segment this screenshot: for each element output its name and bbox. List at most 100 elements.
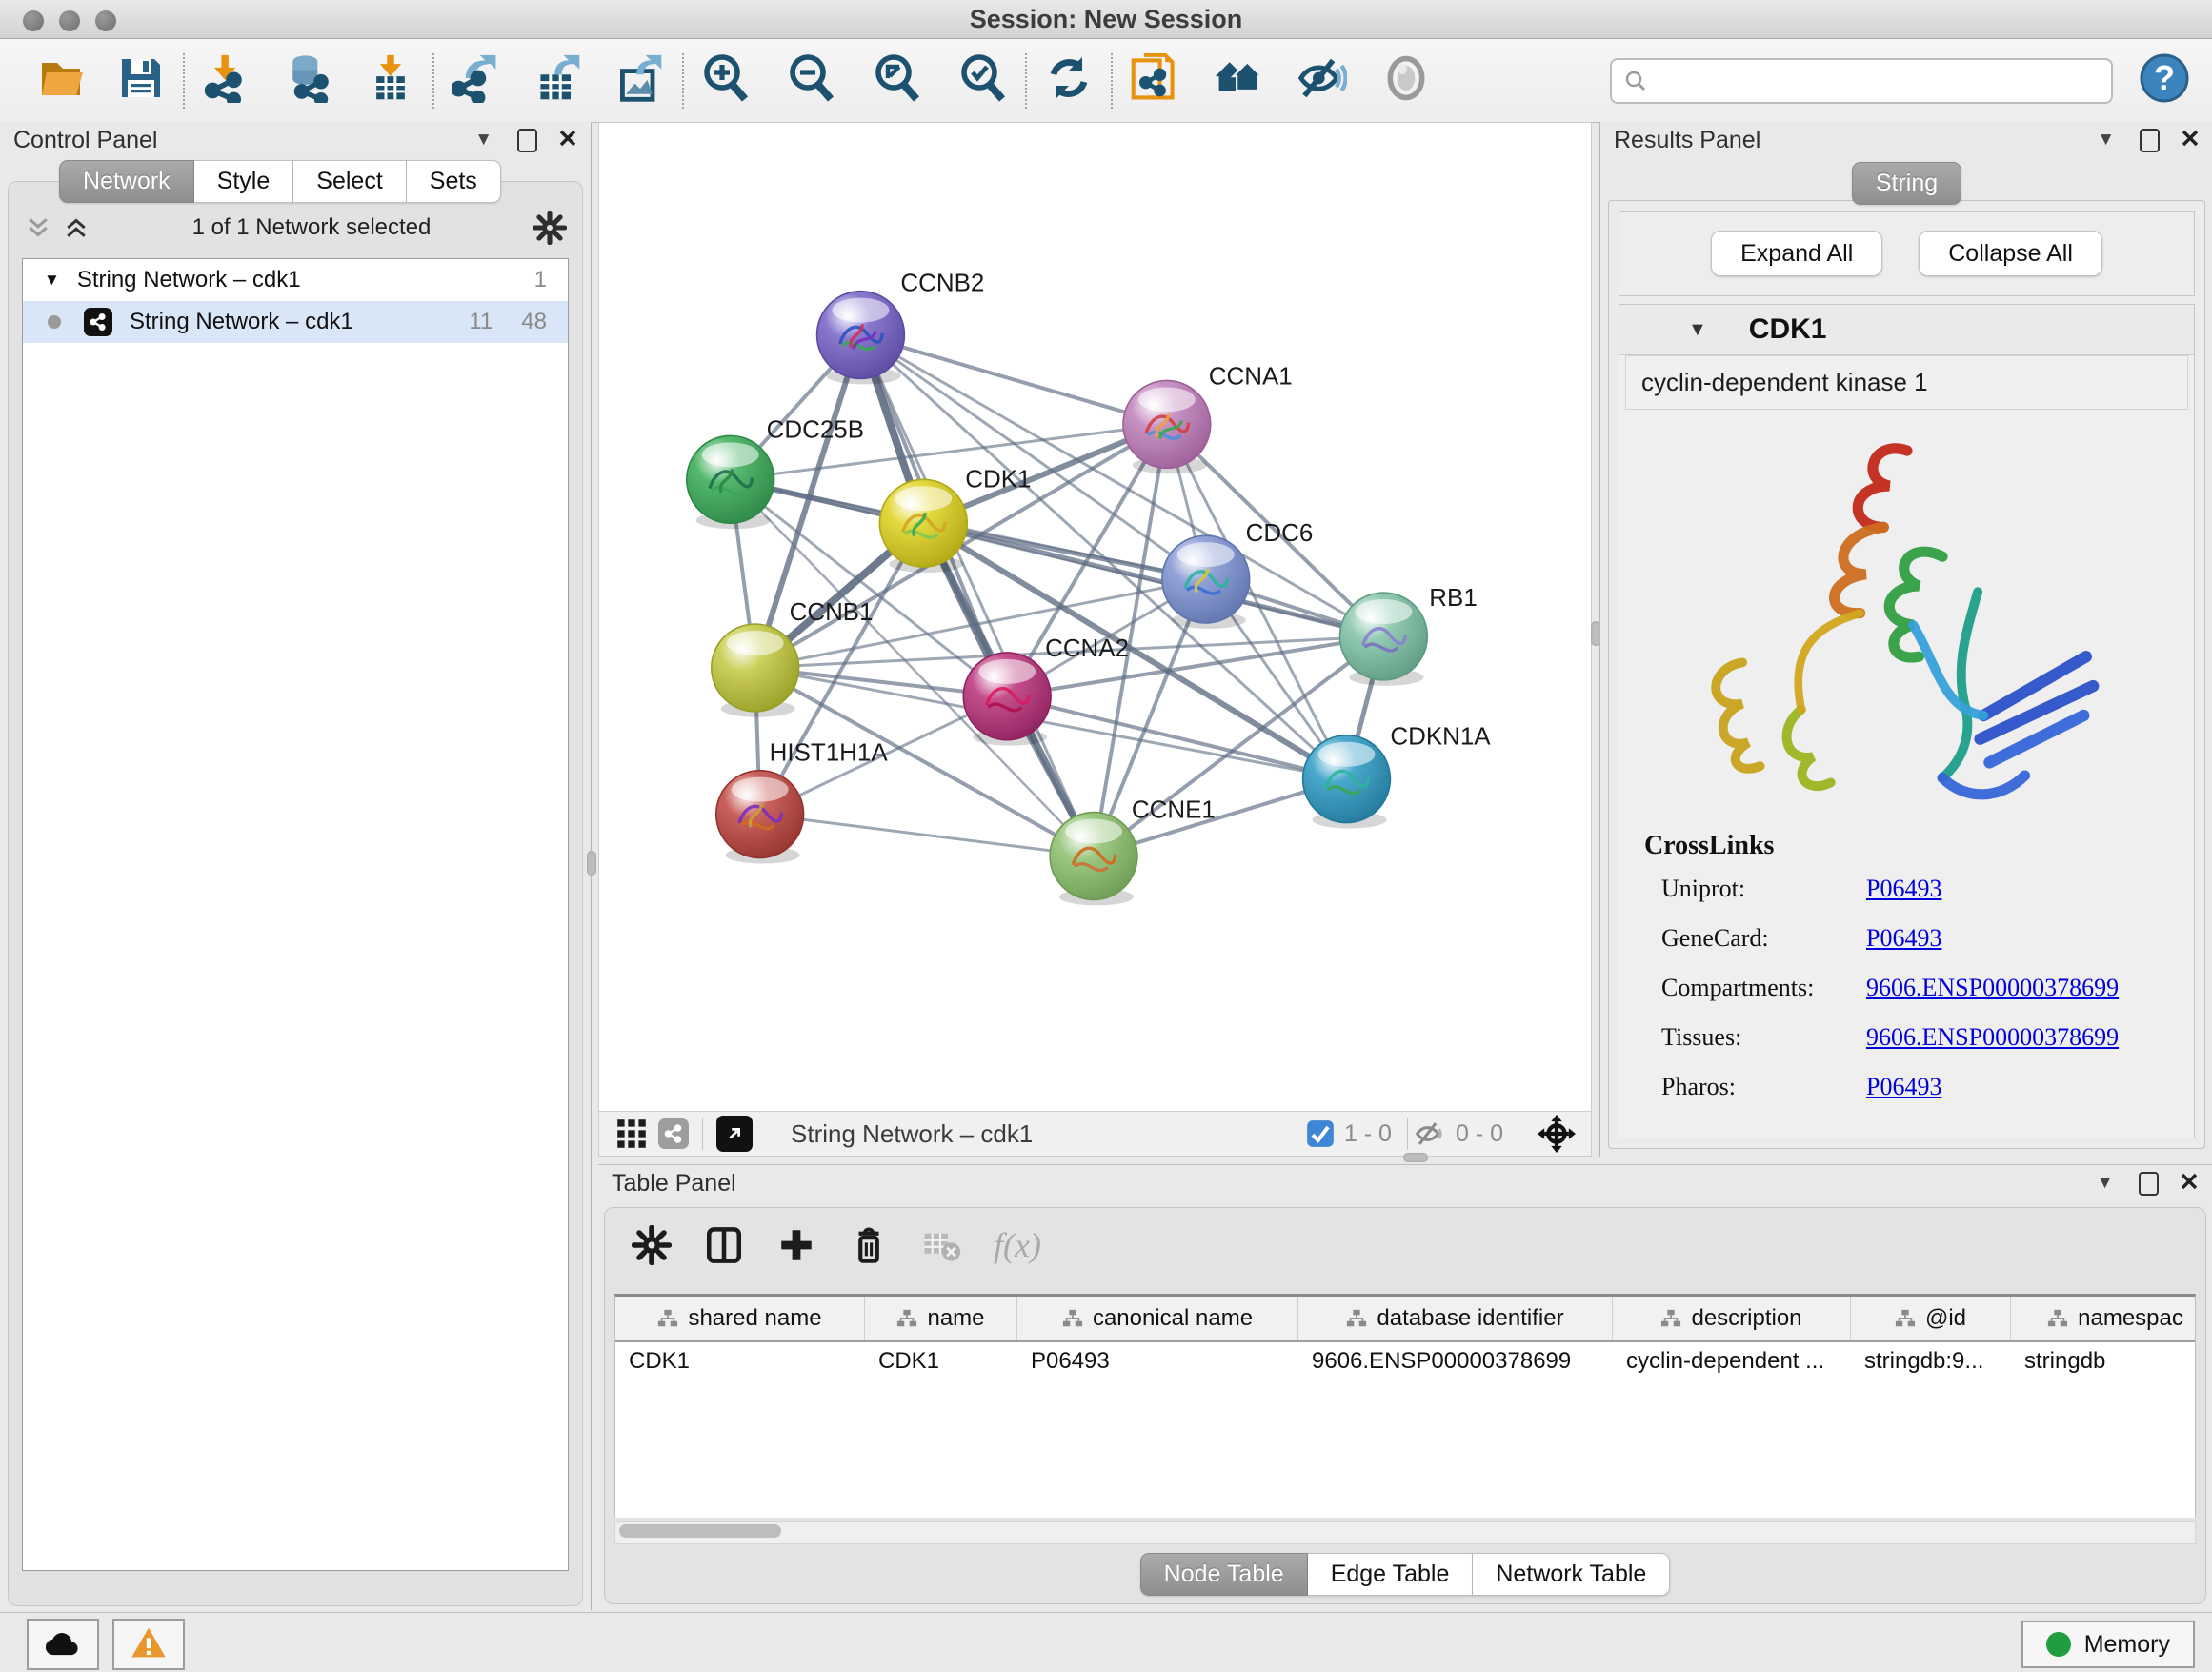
zoom-in-icon (701, 53, 751, 108)
cloud-status-button[interactable] (27, 1619, 99, 1670)
expand-all-button[interactable]: Expand All (1711, 231, 1882, 276)
float-panel-icon[interactable] (517, 129, 537, 152)
network-graph[interactable]: CCNB2CCNA1CDC25BCDK1CDC6RB1CCNB1CCNA2CDK… (599, 123, 1591, 1112)
cell-namespac[interactable]: stringdb (2011, 1342, 2196, 1384)
node-CCNA1[interactable]: CCNA1 (1123, 363, 1293, 473)
edge-CCNB2-CCNA1[interactable] (860, 335, 1166, 425)
import-database-button[interactable] (282, 54, 335, 108)
import-network-button[interactable] (200, 54, 253, 108)
crosslink-link[interactable]: 9606.ENSP00000378699 (1866, 1023, 2119, 1052)
column-header-description[interactable]: description (1613, 1297, 1851, 1340)
string-home-button[interactable] (1212, 54, 1265, 108)
column-header-@id[interactable]: @id (1851, 1297, 2011, 1340)
float-panel-icon[interactable] (2139, 1172, 2159, 1196)
horizontal-splitter-handle[interactable] (1403, 1153, 1428, 1162)
column-header-name[interactable]: name (865, 1297, 1017, 1340)
collapse-all-icon[interactable] (24, 213, 52, 242)
column-header-canonical-name[interactable]: canonical name (1017, 1297, 1298, 1340)
tab-edge-table[interactable]: Edge Table (1308, 1553, 1474, 1596)
gear-icon[interactable] (533, 211, 567, 245)
import-table-button[interactable] (364, 54, 417, 108)
close-panel-icon[interactable] (2181, 127, 2200, 154)
node-CCNB2[interactable]: CCNB2 (817, 271, 985, 385)
refresh-layout-button[interactable] (1042, 54, 1096, 108)
delete-column-icon[interactable] (849, 1225, 889, 1265)
cell-database-identifier[interactable]: 9606.ENSP00000378699 (1298, 1342, 1613, 1384)
panel-menu-icon[interactable]: ▼ (2096, 1173, 2114, 1194)
node-HIST1H1A[interactable]: HIST1H1A (716, 740, 889, 864)
grid-view-icon[interactable] (616, 1118, 647, 1149)
export-network-button[interactable] (450, 54, 503, 108)
column-header-namespac[interactable]: namespac (2011, 1297, 2196, 1340)
help-button[interactable]: ? (2138, 54, 2191, 108)
string-results-box: Expand All Collapse All ▼ CDK1 cyclin-de… (1608, 200, 2205, 1149)
zoom-fit-button[interactable] (871, 54, 924, 108)
show-columns-icon[interactable] (704, 1225, 744, 1265)
search-input[interactable] (1658, 67, 2100, 95)
edge-HIST1H1A-CCNE1[interactable] (760, 815, 1094, 856)
float-panel-icon[interactable] (2140, 129, 2160, 152)
cell-description[interactable]: cyclin-dependent ... (1613, 1342, 1851, 1384)
open-session-button[interactable] (36, 54, 90, 108)
gene-section-header[interactable]: ▼ CDK1 (1619, 305, 2194, 355)
selected-checkbox-icon[interactable] (1306, 1119, 1335, 1148)
edge-CCNB2-CCNE1[interactable] (860, 335, 1094, 856)
tab-string[interactable]: String (1852, 162, 1961, 205)
table-horizontal-scrollbar[interactable] (614, 1521, 2196, 1544)
cell-name[interactable]: CDK1 (865, 1342, 1017, 1384)
cell-@id[interactable]: stringdb:9... (1851, 1342, 2011, 1384)
string-view-icon[interactable] (658, 1118, 689, 1149)
expand-all-icon[interactable] (62, 213, 90, 242)
tab-network-table[interactable]: Network Table (1473, 1553, 1670, 1596)
panel-menu-icon[interactable]: ▼ (2097, 130, 2115, 151)
tab-node-table[interactable]: Node Table (1140, 1553, 1308, 1596)
cell-canonical-name[interactable]: P06493 (1017, 1342, 1298, 1384)
edge-CDK1-RB1[interactable] (923, 523, 1383, 636)
zoom-selected-button[interactable] (956, 54, 1010, 108)
table-panel-title: Table Panel (612, 1170, 736, 1198)
section-collapse-icon[interactable]: ▼ (1688, 319, 1707, 341)
share-document-button[interactable] (1128, 54, 1181, 108)
crosslink-link[interactable]: P06493 (1866, 875, 1941, 903)
crosslink-link[interactable]: P06493 (1866, 924, 1941, 953)
search-field[interactable] (1610, 58, 2113, 104)
save-session-button[interactable] (114, 54, 168, 108)
birdseye-icon[interactable] (1538, 1115, 1576, 1153)
warning-icon (130, 1624, 168, 1665)
network-row[interactable]: String Network – cdk1 11 48 (23, 301, 568, 343)
tab-select[interactable]: Select (293, 160, 406, 203)
crosslink-link[interactable]: P06493 (1866, 1073, 1941, 1101)
node-CDKN1A[interactable]: CDKN1A (1303, 724, 1492, 829)
network-selected-status: 1 of 1 Network selected (90, 214, 533, 241)
hide-glass-effect-button[interactable] (1296, 54, 1349, 108)
column-header-shared-name[interactable]: shared name (615, 1297, 865, 1340)
create-column-icon[interactable] (776, 1225, 816, 1265)
network-collection-row[interactable]: ▼ String Network – cdk1 1 (23, 259, 568, 301)
tab-style[interactable]: Style (194, 160, 294, 203)
memory-button[interactable]: Memory (2021, 1621, 2195, 1668)
vertical-splitter-handle[interactable] (587, 851, 596, 876)
crosslink-row: Uniprot:P06493 (1644, 875, 2169, 903)
warnings-button[interactable] (112, 1619, 185, 1670)
cell-shared-name[interactable]: CDK1 (615, 1342, 865, 1384)
collapse-all-button[interactable]: Collapse All (1919, 231, 2102, 276)
close-panel-icon[interactable] (2180, 1170, 2199, 1198)
table-data-row[interactable]: CDK1CDK1P064939606.ENSP00000378699cyclin… (615, 1342, 2195, 1384)
zoom-in-button[interactable] (699, 54, 753, 108)
tab-network[interactable]: Network (59, 160, 194, 203)
column-header-database-identifier[interactable]: database identifier (1298, 1297, 1613, 1340)
node-RB1[interactable]: RB1 (1340, 585, 1478, 686)
table-gear-icon[interactable] (632, 1225, 672, 1265)
lens-effect-button[interactable] (1379, 54, 1433, 108)
tree-expand-icon[interactable]: ▼ (44, 271, 60, 290)
tab-sets[interactable]: Sets (407, 160, 501, 203)
scrollbar-thumb[interactable] (619, 1524, 781, 1538)
hidden-eye-icon[interactable] (1414, 1118, 1446, 1150)
crosslink-link[interactable]: 9606.ENSP00000378699 (1866, 974, 2119, 1002)
panel-menu-icon[interactable]: ▼ (474, 130, 493, 151)
close-panel-icon[interactable] (558, 127, 577, 154)
zoom-out-button[interactable] (785, 54, 838, 108)
detach-view-icon[interactable] (716, 1116, 753, 1152)
export-image-button[interactable] (613, 54, 667, 108)
export-table-button[interactable] (532, 54, 585, 108)
